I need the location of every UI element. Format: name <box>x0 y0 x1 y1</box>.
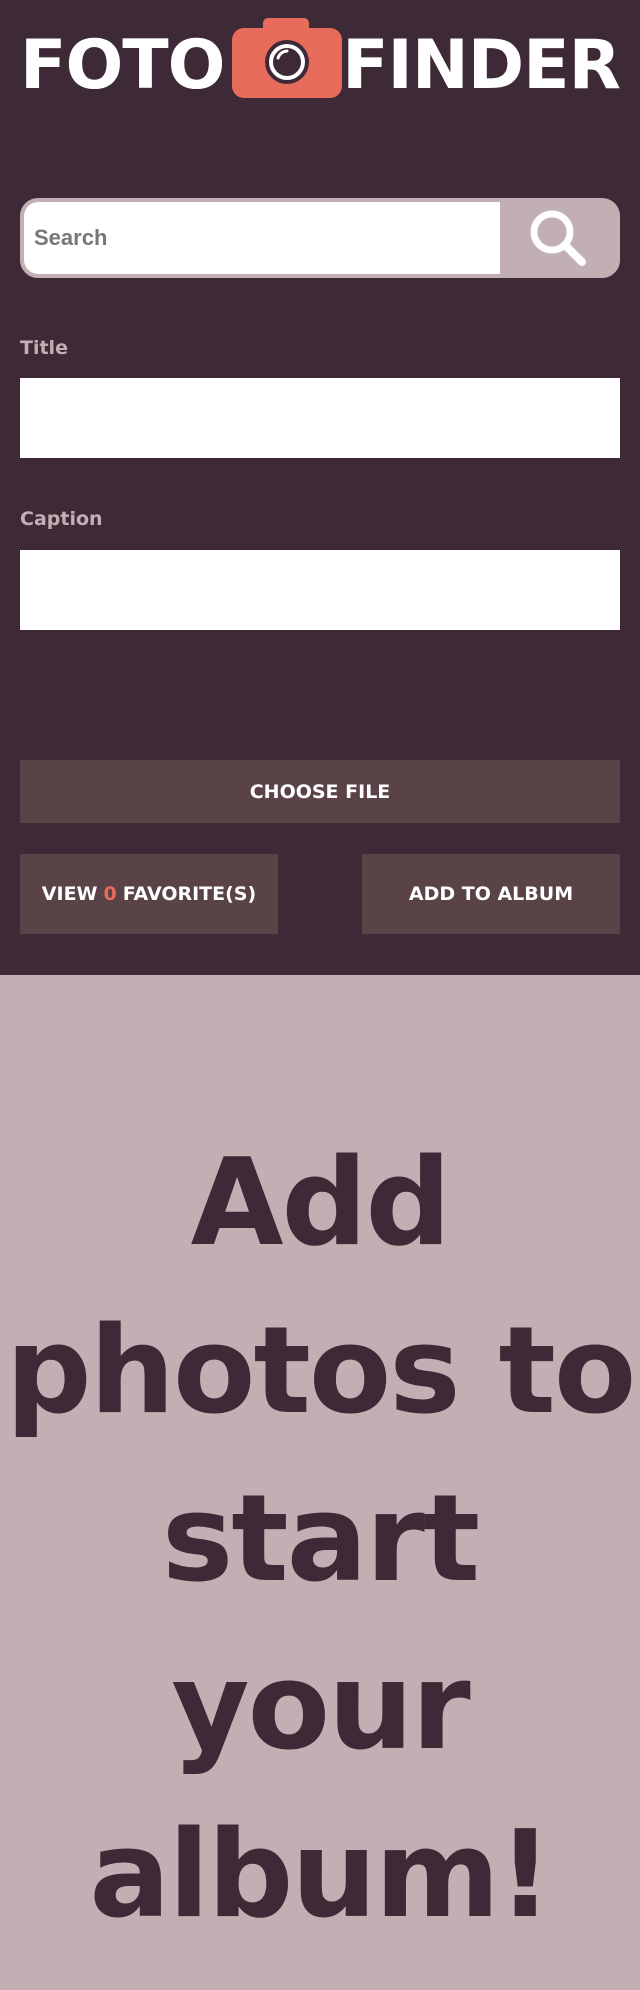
photo-area: Add photos to start your album! <box>0 975 640 1990</box>
search-bar <box>20 198 620 278</box>
add-to-album-button[interactable]: ADD TO ALBUM <box>362 854 620 934</box>
view-label: VIEW <box>41 883 98 905</box>
choose-file-button[interactable]: CHOOSE FILE <box>20 760 620 823</box>
search-button[interactable] <box>500 202 616 274</box>
view-favorites-button[interactable]: VIEW 0 FAVORITE(S) <box>20 854 278 934</box>
search-icon <box>530 210 586 266</box>
logo-text-finder: FINDER <box>342 26 621 105</box>
caption-label: Caption <box>20 508 103 530</box>
title-label: Title <box>20 337 68 359</box>
header-panel: FOTO FINDER Title Caption CHOOSE <box>0 0 640 975</box>
favorites-label: FAVORITE(S) <box>122 883 257 905</box>
search-input[interactable] <box>24 202 500 274</box>
favorites-count: 0 <box>103 883 117 905</box>
app-root: FOTO FINDER Title Caption CHOOSE <box>0 0 640 1990</box>
app-logo: FOTO FINDER <box>0 18 640 108</box>
camera-icon <box>232 18 342 98</box>
logo-text-foto: FOTO <box>20 26 225 105</box>
caption-field[interactable] <box>20 550 620 630</box>
empty-state-message: Add photos to start your album! <box>5 1134 637 1945</box>
title-field[interactable] <box>20 378 620 458</box>
